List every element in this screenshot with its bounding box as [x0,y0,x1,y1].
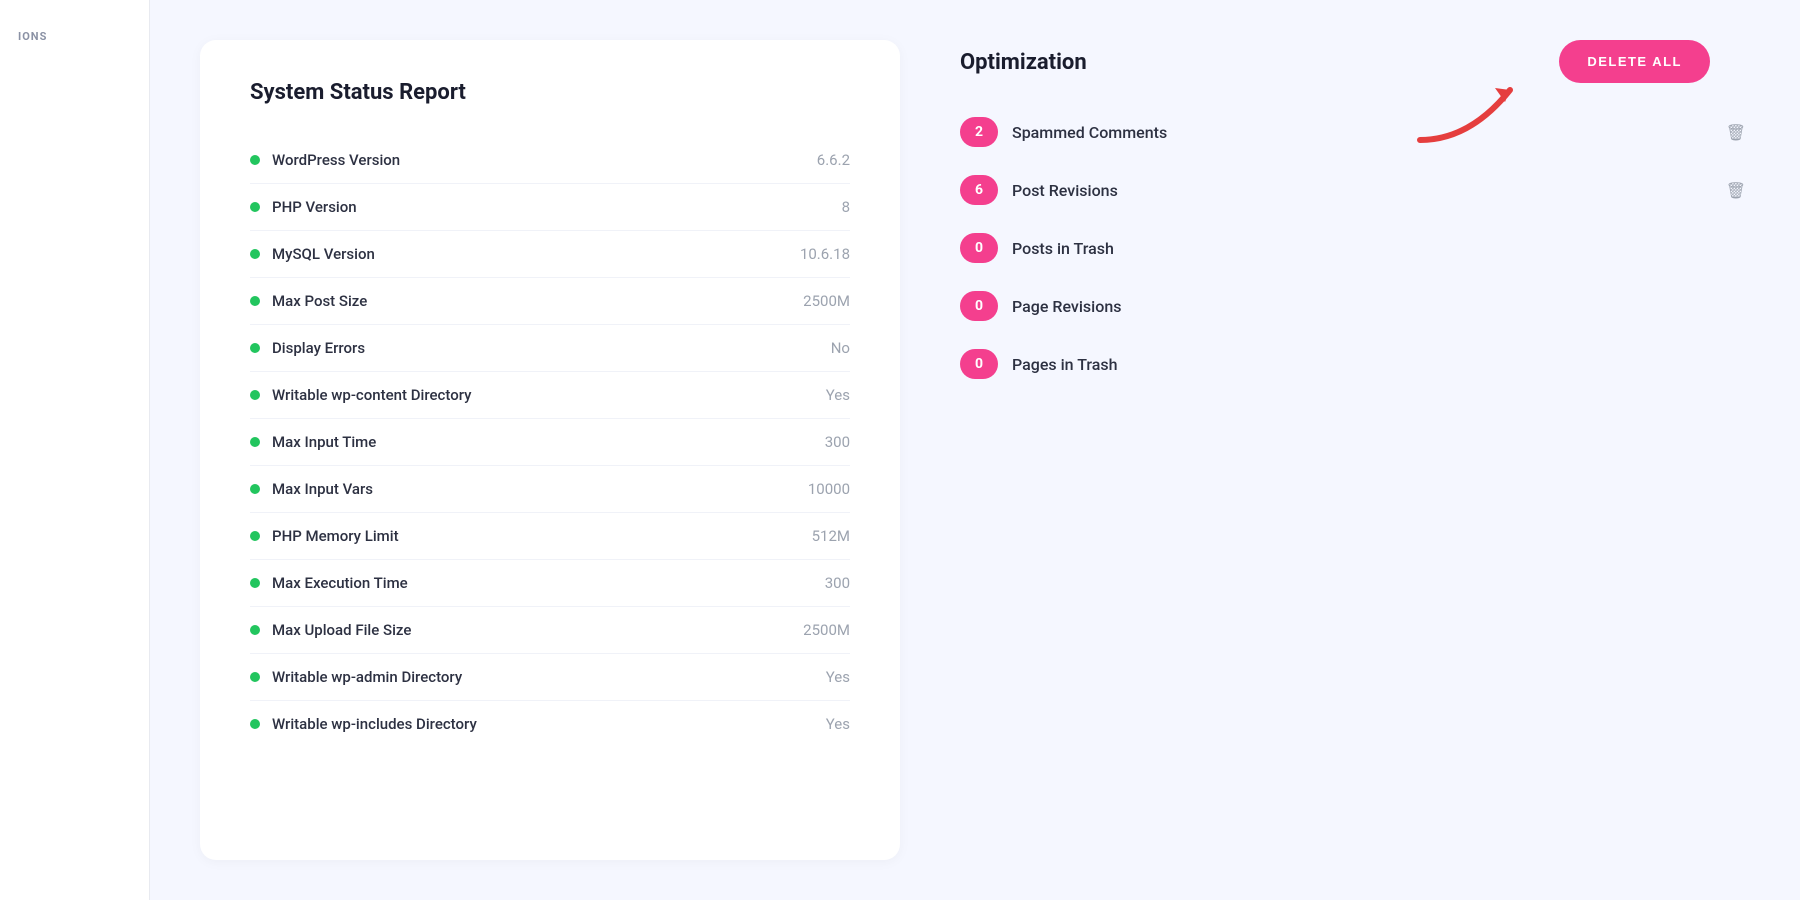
opt-badge: 0 [960,349,998,379]
opt-badge: 0 [960,291,998,321]
status-dot [250,202,260,212]
status-list: WordPress Version 6.6.2 PHP Version 8 My… [250,137,850,747]
optimization-panel: Optimization DELETE ALL 2 Spammed Commen… [960,40,1750,860]
status-item: Writable wp-admin Directory Yes [250,654,850,701]
status-item-value: 8 [842,198,850,216]
status-item: Display Errors No [250,325,850,372]
status-item-label: PHP Memory Limit [272,527,399,545]
status-item-label: WordPress Version [272,151,400,169]
status-item: PHP Memory Limit 512M [250,513,850,560]
status-item-left: Writable wp-content Directory [250,386,472,404]
status-item: Max Post Size 2500M [250,278,850,325]
opt-item: 0 Pages in Trash [960,339,1750,389]
status-item: Max Upload File Size 2500M [250,607,850,654]
status-item-left: Display Errors [250,339,365,357]
status-dot [250,484,260,494]
status-dot [250,531,260,541]
status-item-label: Max Execution Time [272,574,408,592]
status-item-left: WordPress Version [250,151,400,169]
system-status-panel: System Status Report WordPress Version 6… [200,40,900,860]
status-item-value: Yes [826,668,850,686]
main-content: System Status Report WordPress Version 6… [150,0,1800,900]
status-item-label: Display Errors [272,339,365,357]
status-item-value: 300 [825,574,850,592]
status-dot [250,249,260,259]
status-item-label: Writable wp-admin Directory [272,668,462,686]
status-item-left: Max Input Time [250,433,376,451]
sidebar-label: IONS [0,20,149,53]
status-item-left: Max Execution Time [250,574,408,592]
opt-item-label: Spammed Comments [1012,123,1708,142]
status-item: MySQL Version 10.6.18 [250,231,850,278]
status-item-left: Max Post Size [250,292,367,310]
status-item-left: PHP Version [250,198,357,216]
status-dot [250,625,260,635]
opt-item: 2 Spammed Comments 🗑 [960,107,1750,157]
system-status-title: System Status Report [250,80,850,105]
status-item-left: MySQL Version [250,245,375,263]
status-item-value: Yes [826,386,850,404]
delete-all-button[interactable]: DELETE ALL [1559,40,1710,83]
opt-badge: 6 [960,175,998,205]
status-item-value: 6.6.2 [817,151,850,169]
opt-item: 6 Post Revisions 🗑 [960,165,1750,215]
status-item-value: 300 [825,433,850,451]
status-item-label: Max Input Vars [272,480,373,498]
trash-icon[interactable]: 🗑 [1722,177,1750,204]
status-item-value: 2500M [803,292,850,310]
status-item: Max Input Vars 10000 [250,466,850,513]
trash-icon[interactable]: 🗑 [1722,119,1750,146]
status-dot [250,390,260,400]
status-item-value: 10.6.18 [800,245,850,263]
opt-item-label: Post Revisions [1012,181,1708,200]
status-item-value: No [831,339,850,357]
opt-badge: 2 [960,117,998,147]
status-item-value: 2500M [803,621,850,639]
status-dot [250,672,260,682]
opt-item-label: Page Revisions [1012,297,1750,316]
status-item-label: MySQL Version [272,245,375,263]
arrow-annotation [1410,70,1530,154]
status-dot [250,296,260,306]
status-dot [250,437,260,447]
opt-item-label: Posts in Trash [1012,239,1750,258]
status-item-left: Writable wp-includes Directory [250,715,477,733]
status-dot [250,343,260,353]
status-item-left: Max Input Vars [250,480,373,498]
status-item: Writable wp-content Directory Yes [250,372,850,419]
status-item: PHP Version 8 [250,184,850,231]
status-item: Max Execution Time 300 [250,560,850,607]
status-item-label: Writable wp-includes Directory [272,715,477,733]
status-dot [250,155,260,165]
status-item-value: 10000 [808,480,850,498]
status-item-label: Max Upload File Size [272,621,411,639]
opt-badge: 0 [960,233,998,263]
status-item-value: 512M [812,527,850,545]
status-item: Writable wp-includes Directory Yes [250,701,850,747]
status-item-label: PHP Version [272,198,357,216]
status-item-label: Max Input Time [272,433,376,451]
status-item-label: Max Post Size [272,292,367,310]
status-item-label: Writable wp-content Directory [272,386,472,404]
opt-item: 0 Page Revisions [960,281,1750,331]
sidebar: IONS [0,0,150,900]
status-item-left: Writable wp-admin Directory [250,668,462,686]
status-item-left: PHP Memory Limit [250,527,399,545]
opt-item: 0 Posts in Trash [960,223,1750,273]
opt-item-label: Pages in Trash [1012,355,1750,374]
status-item: WordPress Version 6.6.2 [250,137,850,184]
status-item: Max Input Time 300 [250,419,850,466]
status-item-left: Max Upload File Size [250,621,411,639]
status-dot [250,578,260,588]
status-item-value: Yes [826,715,850,733]
status-dot [250,719,260,729]
optimization-list: 2 Spammed Comments 🗑 6 Post Revisions 🗑 … [960,107,1750,389]
